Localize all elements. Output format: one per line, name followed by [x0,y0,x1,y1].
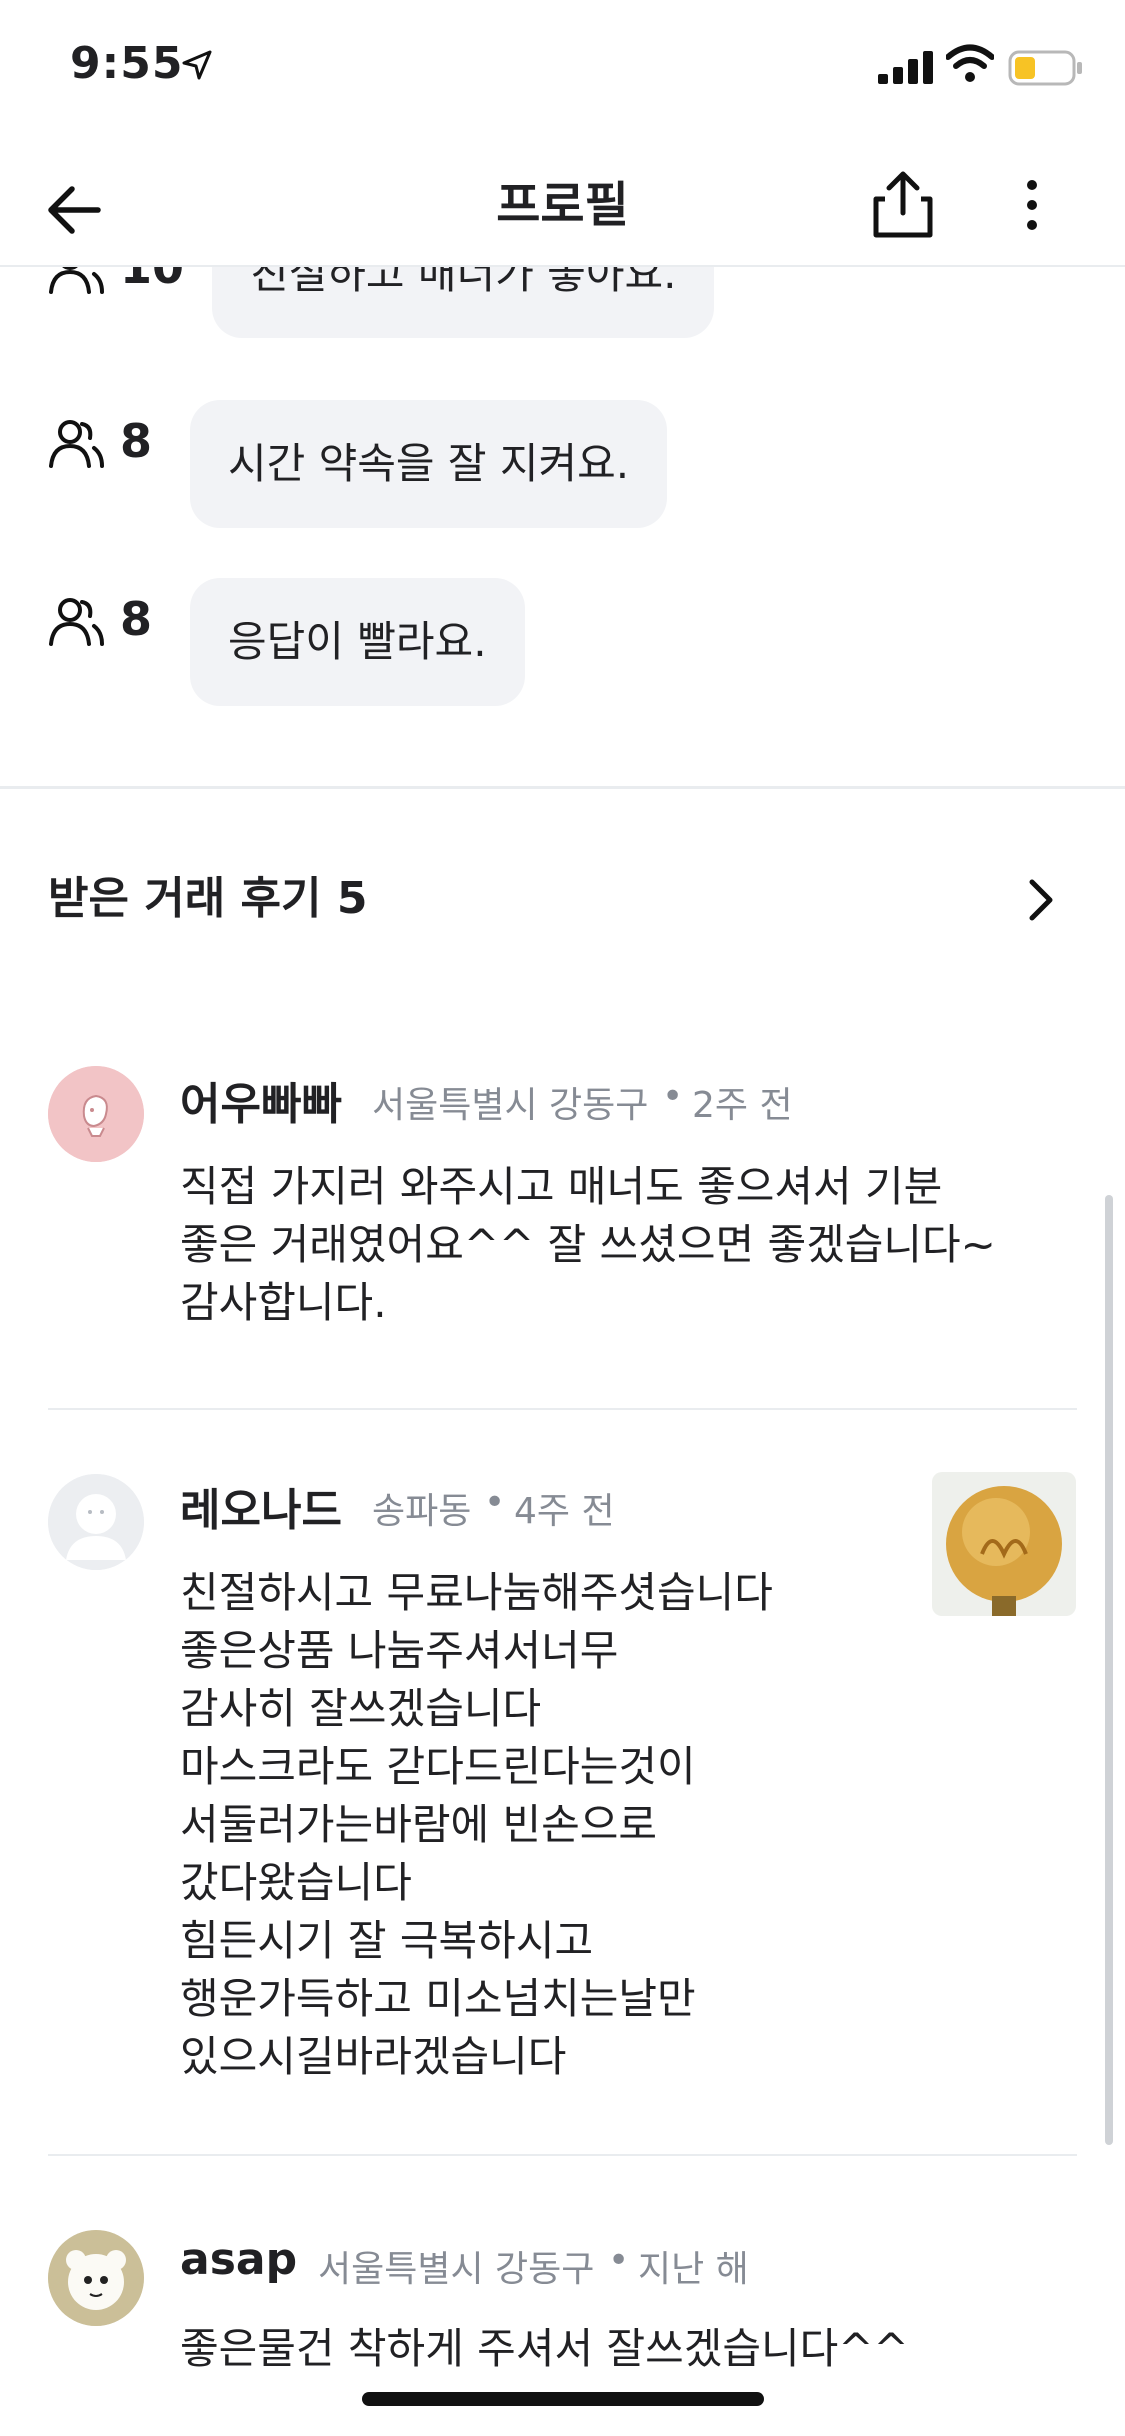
reviewer-location: 서울특별시 강동구 [372,1085,649,1126]
home-indicator[interactable] [362,2392,764,2406]
reviews-section-title[interactable]: 받은 거래 후기 5 [48,862,367,926]
meta-separator: • [662,1076,684,1117]
more-options-icon[interactable] [1010,169,1054,241]
chevron-right-icon[interactable] [1022,870,1062,930]
review-time: 4주 전 [514,1491,615,1532]
reviewer-location: 서울특별시 강동구 [318,2249,595,2290]
review-item[interactable]: 레오나드 송파동 • 4주 전 친절하시고 무료나눔해주셧습니다 좋은상품 나눔… [0,1472,1125,2152]
reviewer-name[interactable]: 레오나드 [180,1474,342,1538]
section-divider [0,786,1125,789]
reviewer-location: 송파동 [372,1491,472,1532]
light-bulb-photo [932,1472,1076,1616]
battery-icon [1008,50,1082,86]
reviewer-name[interactable]: 어우빠빠 [180,1068,342,1132]
review-divider [48,2154,1077,2156]
review-divider [48,1408,1077,1410]
page-title: 프로필 [496,177,629,233]
manner-text: 응답이 빨라요. [190,578,525,706]
manner-text: 친절하고 매너가 좋아요. [212,266,715,338]
profile-content[interactable]: 10 친절하고 매너가 좋아요. 8 시간 약속을 잘 지켜요. 8 응답이 빨… [0,266,1125,2436]
review-text: 좋은물건 착하게 주셔서 잘쓰겠습니다^^ [180,2324,909,2373]
avatar[interactable] [48,1066,144,1162]
meta-separator: • [484,1482,506,1523]
top-navigation-bar: 프로필 [0,135,1125,267]
location-arrow-icon [182,50,212,80]
manner-item: 8 응답이 빨라요. [0,578,1125,714]
manner-count: 10 [120,266,185,294]
avatar[interactable] [48,2230,144,2326]
wifi-icon [946,44,994,82]
manner-item: 10 친절하고 매너가 좋아요. [0,266,1125,350]
review-text: 친절하시고 무료나눔해주셧습니다 좋은상품 나눔주셔서너무 감사히 잘쓰겠습니다… [180,1568,773,2081]
status-time: 9:55 [70,38,184,89]
scrollbar[interactable] [1105,1195,1113,2145]
manner-count: 8 [120,592,153,646]
peach-avatar-icon [48,1066,144,1162]
default-avatar-icon [48,1474,144,1570]
cellular-signal-icon [878,51,933,84]
people-icon [49,598,104,646]
share-icon[interactable] [868,169,938,241]
review-time: 지난 해 [638,2249,749,2290]
review-time: 2주 전 [692,1085,793,1126]
cartoon-lion-avatar-icon [48,2230,144,2326]
manner-item: 8 시간 약속을 잘 지켜요. [0,400,1125,536]
manner-text: 시간 약속을 잘 지켜요. [190,400,668,528]
review-text: 직접 가지러 와주시고 매너도 좋으셔서 기분 좋은 거래였어요^^ 잘 쓰셨으… [180,1162,996,1327]
people-icon [49,420,104,468]
people-icon [49,266,104,294]
manner-count: 8 [120,414,153,468]
reviewer-name[interactable]: asap [180,2234,297,2285]
review-photo[interactable] [932,1472,1076,1616]
meta-separator: • [608,2240,630,2281]
avatar[interactable] [48,1474,144,1570]
status-bar: 9:55 [0,0,1125,135]
